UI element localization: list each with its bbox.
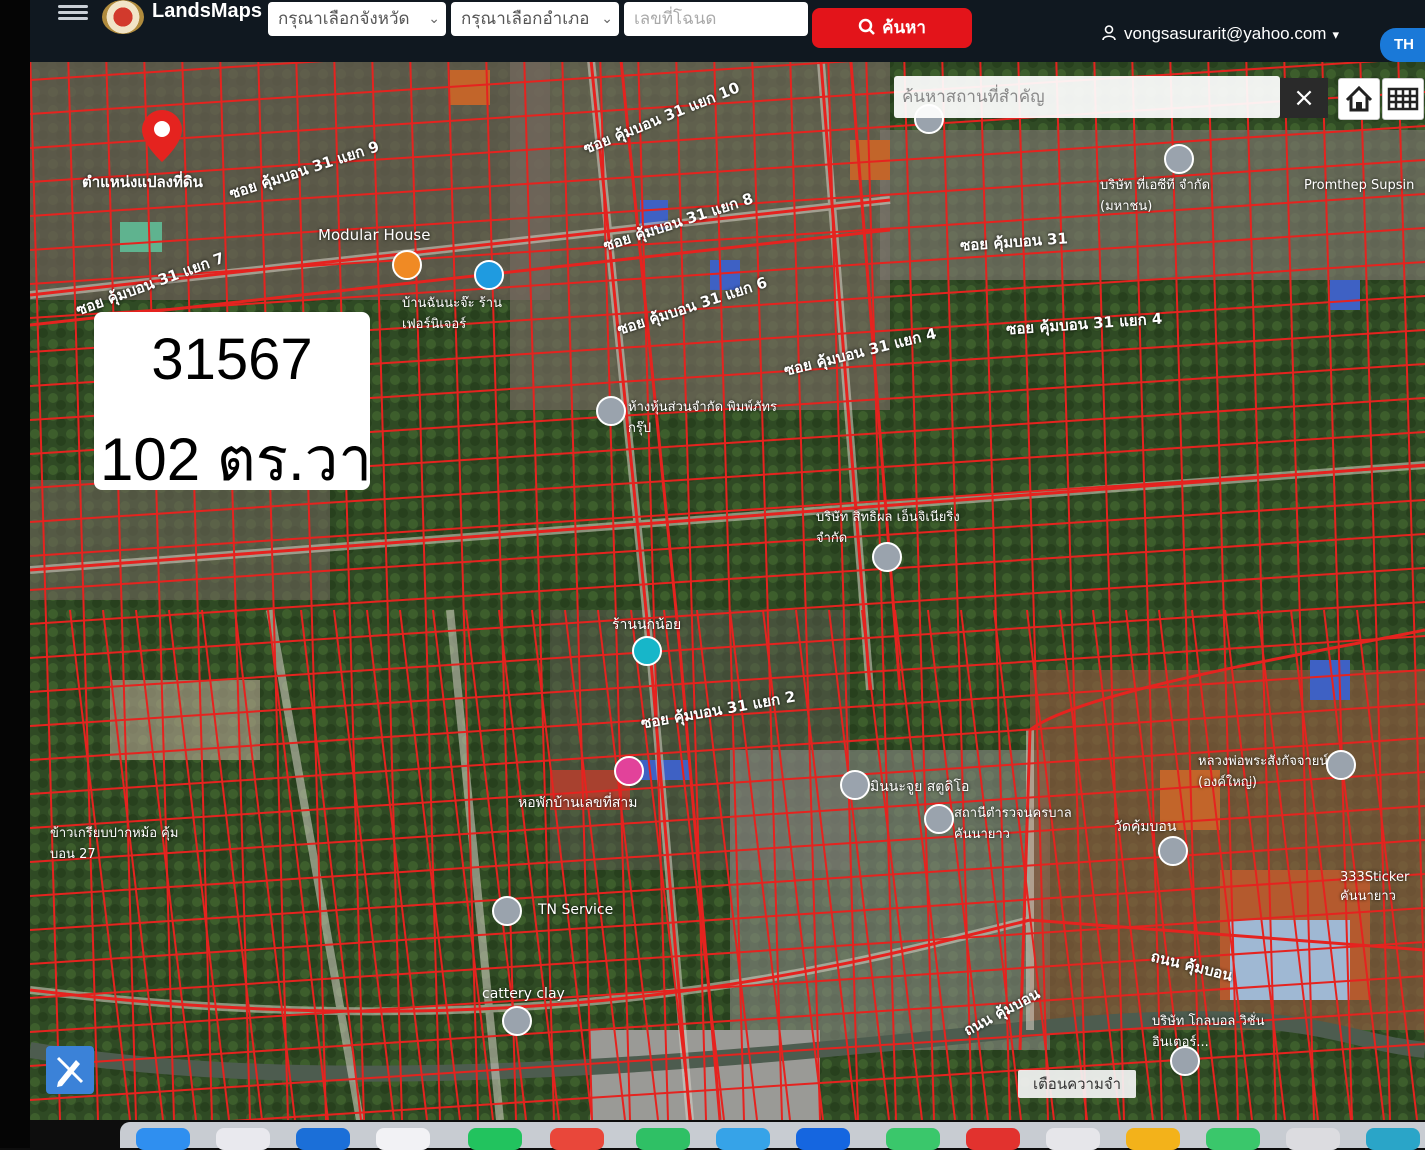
search-icon	[858, 18, 876, 35]
poi-pin-icon[interactable]	[1170, 1046, 1200, 1076]
app-window: ซอย คุ้มบอน 31 แยก 9 ซอย คุ้มบอน 31 แยก …	[30, 0, 1425, 1120]
dock-app-icon[interactable]	[886, 1128, 940, 1150]
poi-pin-icon[interactable]	[1158, 836, 1188, 866]
poi-label[interactable]: บริษัท ที่เอซีที จำกัด (มหาชน)	[1100, 174, 1240, 216]
poi-label[interactable]: หอพักบ้านเลขที่สาม	[518, 792, 637, 814]
deed-number-input[interactable]: เลขที่โฉนด	[624, 2, 808, 36]
chevron-down-icon: ⌄	[428, 11, 440, 27]
poi-pin-icon[interactable]	[614, 756, 644, 786]
poi-pin-icon[interactable]	[840, 770, 870, 800]
district-select[interactable]: กรุณาเลือกอำเภอ ⌄	[451, 2, 619, 36]
dock-app-icon[interactable]	[216, 1128, 270, 1150]
hamburger-icon[interactable]	[58, 2, 88, 24]
app-title: LandsMaps	[152, 0, 263, 22]
poi-pin-icon[interactable]	[502, 1006, 532, 1036]
poi-label[interactable]: cattery clay	[482, 986, 565, 1002]
search-button[interactable]: ค้นหา	[812, 8, 972, 48]
poi-label[interactable]: TN Service	[538, 902, 613, 918]
screen-bezel	[0, 0, 30, 1148]
place-search-input[interactable]: ค้นหาสถานที่สำคัญ	[894, 76, 1280, 118]
chevron-down-icon: ⌄	[601, 11, 613, 27]
province-select-label: กรุณาเลือกจังหวัด	[278, 9, 410, 29]
dock-app-icon[interactable]	[1126, 1128, 1180, 1150]
district-select-label: กรุณาเลือกอำเภอ	[461, 9, 590, 29]
close-icon[interactable]: ×	[1280, 78, 1328, 118]
os-dock	[120, 1122, 1425, 1150]
language-toggle[interactable]: TH	[1380, 28, 1425, 62]
poi-pin-icon[interactable]	[392, 250, 422, 280]
poi-label[interactable]: มินนะจูย สตูดิโอ	[870, 776, 969, 798]
dock-app-icon[interactable]	[1366, 1128, 1420, 1150]
dock-app-icon[interactable]	[1286, 1128, 1340, 1150]
poi-pin-icon[interactable]	[492, 896, 522, 926]
dock-app-icon[interactable]	[1046, 1128, 1100, 1150]
dock-app-icon[interactable]	[376, 1128, 430, 1150]
draw-tool-icon	[56, 1056, 84, 1087]
poi-label[interactable]: บริษัท สิทธิผล เอ็นจิเนียริ่ง จำกัด	[816, 506, 976, 548]
reminder-button[interactable]: เตือนความจำ	[1018, 1070, 1136, 1098]
poi-pin-icon[interactable]	[872, 542, 902, 572]
poi-label[interactable]: Promthep Supsin	[1304, 178, 1414, 193]
poi-pin-icon[interactable]	[1326, 750, 1356, 780]
poi-pin-icon[interactable]	[924, 804, 954, 834]
poi-pin-icon[interactable]	[596, 396, 626, 426]
poi-label[interactable]: 333Sticker คันนายาว	[1340, 870, 1425, 906]
poi-label[interactable]: หลวงพ่อพระสังกัจจายน์ (องค์ใหญ่)	[1198, 750, 1348, 792]
dock-app-icon[interactable]	[796, 1128, 850, 1150]
poi-label[interactable]: บ้านฉันนะจ๊ะ ร้านเฟอร์นิเจอร์	[402, 292, 562, 334]
parcel-area: 102 ตร.วา	[100, 426, 373, 493]
dock-app-icon[interactable]	[1206, 1128, 1260, 1150]
user-email: vongsasurarit@yahoo.com	[1124, 24, 1327, 43]
grid-button[interactable]	[1382, 78, 1424, 120]
poi-pin-icon[interactable]	[1164, 144, 1194, 174]
poi-label[interactable]: Modular House	[318, 226, 430, 244]
poi-label[interactable]: ห้างหุ้นส่วนจำกัด พิมพ์ภัทร กรุ๊ป	[628, 396, 788, 438]
dock-app-icon[interactable]	[636, 1128, 690, 1150]
parcel-number: 31567	[151, 327, 313, 392]
dock-app-icon[interactable]	[136, 1128, 190, 1150]
poi-pin-icon[interactable]	[474, 260, 504, 290]
grid-icon	[1387, 87, 1419, 111]
dock-app-icon[interactable]	[296, 1128, 350, 1150]
chevron-down-icon: ▾	[1332, 27, 1339, 42]
parcel-info-card: 31567 102 ตร.วา	[94, 312, 372, 493]
province-select[interactable]: กรุณาเลือกจังหวัด ⌄	[268, 2, 446, 36]
poi-pin-icon[interactable]	[632, 636, 662, 666]
home-button[interactable]	[1338, 78, 1380, 120]
poi-label[interactable]: สถานีตำรวจนครบาล คันนายาว	[954, 802, 1104, 844]
map-canvas[interactable]: ซอย คุ้มบอน 31 แยก 9 ซอย คุ้มบอน 31 แยก …	[30, 0, 1425, 1120]
dock-app-icon[interactable]	[716, 1128, 770, 1150]
poi-label[interactable]: บริษัท โกลบอล วิชั่น อินเตอร์...	[1152, 1010, 1292, 1052]
app-logo	[102, 0, 144, 34]
search-button-label: ค้นหา	[882, 18, 926, 38]
poi-label[interactable]: วัดคุ้มบอน	[1114, 816, 1176, 838]
draw-tool-button[interactable]	[46, 1046, 94, 1094]
user-menu[interactable]: vongsasurarit@yahoo.com ▾	[1102, 24, 1339, 44]
parcel-marker-label: ตำแหน่งแปลงที่ดิน	[82, 173, 203, 191]
dock-app-icon[interactable]	[468, 1128, 522, 1150]
poi-label[interactable]: ร้านนกน้อย	[612, 614, 681, 636]
location-pin-icon[interactable]	[142, 110, 182, 162]
poi-label[interactable]: ข้าวเกรียบปากหม้อ คุ้มบอน 27	[50, 822, 200, 864]
dock-app-icon[interactable]	[966, 1128, 1020, 1150]
user-icon	[1102, 25, 1116, 41]
home-icon	[1345, 85, 1373, 112]
dock-app-icon[interactable]	[550, 1128, 604, 1150]
top-navigation-bar: LandsMaps กรุณาเลือกจังหวัด ⌄ กรุณาเลือกอ…	[30, 0, 1425, 62]
